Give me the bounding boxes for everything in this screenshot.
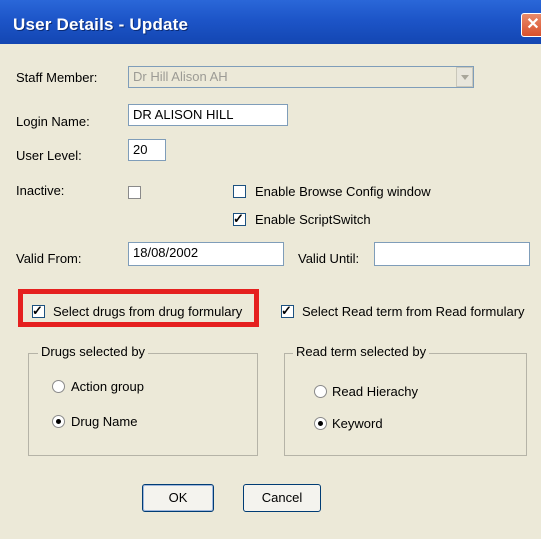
radio-selected-dot: [318, 421, 323, 426]
valid-from-field[interactable]: 18/08/2002: [128, 242, 284, 266]
title-bar[interactable]: User Details - Update ✕: [0, 0, 541, 44]
login-name-field[interactable]: DR ALISON HILL: [128, 104, 288, 126]
cancel-button[interactable]: Cancel: [243, 484, 321, 512]
read-term-selected-by-group: [284, 353, 527, 456]
close-icon: ✕: [526, 16, 540, 33]
window-title: User Details - Update: [13, 15, 189, 34]
user-level-label: User Level:: [16, 148, 82, 163]
enable-browse-label: Enable Browse Config window: [255, 184, 431, 199]
inactive-label: Inactive:: [16, 183, 65, 198]
staff-member-label: Staff Member:: [16, 70, 98, 85]
staff-member-select[interactable]: Dr Hill Alison AH: [128, 66, 474, 88]
enable-browse-checkbox[interactable]: [233, 185, 246, 198]
valid-from-label: Valid From:: [16, 251, 82, 266]
read-hierachy-label: Read Hierachy: [332, 384, 418, 399]
drug-name-label: Drug Name: [71, 414, 138, 429]
check-icon: ✓: [233, 211, 244, 226]
drugs-selected-by-group: [28, 353, 258, 456]
action-group-label: Action group: [71, 379, 144, 394]
read-group-legend: Read term selected by: [293, 344, 430, 359]
enable-scriptswitch-label: Enable ScriptSwitch: [255, 212, 371, 227]
highlight-box: [18, 289, 259, 327]
select-read-checkbox[interactable]: ✓: [281, 303, 294, 318]
keyword-label: Keyword: [332, 416, 383, 431]
radio-read-hierachy[interactable]: [314, 385, 327, 398]
login-name-label: Login Name:: [16, 114, 90, 129]
radio-action-group[interactable]: [52, 380, 65, 393]
valid-until-field[interactable]: [374, 242, 530, 266]
user-level-field[interactable]: 20: [128, 139, 166, 161]
radio-keyword[interactable]: [314, 417, 327, 430]
ok-button[interactable]: OK: [142, 484, 214, 512]
chevron-down-icon[interactable]: [456, 67, 473, 87]
valid-until-label: Valid Until:: [298, 251, 360, 266]
check-icon: ✓: [281, 303, 292, 318]
inactive-checkbox[interactable]: [128, 186, 141, 199]
radio-selected-dot: [56, 419, 61, 424]
user-details-dialog: User Details - Update ✕ Staff Member: Dr…: [0, 0, 541, 539]
drugs-group-legend: Drugs selected by: [38, 344, 149, 359]
select-read-label: Select Read term from Read formulary: [302, 304, 525, 319]
enable-scriptswitch-checkbox[interactable]: ✓: [233, 211, 246, 226]
close-button[interactable]: ✕: [521, 13, 541, 37]
radio-drug-name[interactable]: [52, 415, 65, 428]
